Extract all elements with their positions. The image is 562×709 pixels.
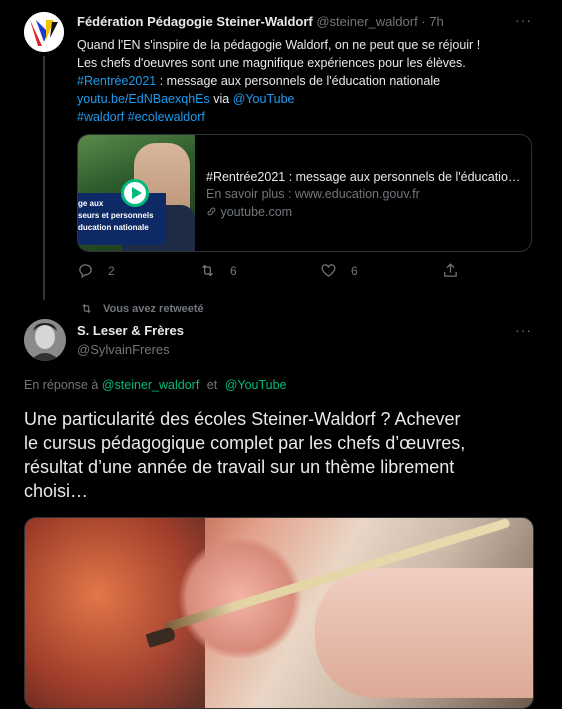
thumbnail-text: seurs et personnels bbox=[78, 211, 154, 220]
like-count: 6 bbox=[351, 263, 358, 278]
like-button[interactable]: 6 bbox=[320, 262, 358, 279]
tweet-line: le cursus pédagogique complet par les ch… bbox=[24, 433, 466, 453]
hashtags-link[interactable]: #waldorf #ecolewaldorf bbox=[77, 108, 537, 126]
author-handle[interactable]: @steiner_waldorf bbox=[316, 14, 417, 29]
thread-line bbox=[43, 56, 45, 300]
tweet-federation[interactable]: Fédération Pédagogie Steiner-Waldorf @st… bbox=[0, 0, 562, 300]
tweet-text: Une particularité des écoles Steiner-Wal… bbox=[24, 407, 544, 503]
author-handle[interactable]: @SylvainFreres bbox=[77, 342, 170, 357]
link-icon bbox=[207, 207, 216, 216]
retweeted-label: Vous avez retweeté bbox=[80, 302, 204, 315]
thumbnail-text: ducation nationale bbox=[78, 223, 149, 232]
share-icon bbox=[444, 263, 457, 277]
tweet-line: résultat d’une année de travail sur un t… bbox=[24, 457, 455, 477]
reply-context: En réponse à @steiner_waldorf et @YouTub… bbox=[24, 378, 287, 392]
retweet-count: 6 bbox=[230, 263, 237, 278]
mention-link[interactable]: @YouTube bbox=[233, 92, 295, 106]
tweet-line: #Rentrée2021 : message aux personnels de… bbox=[77, 72, 537, 90]
more-options-icon[interactable]: ··· bbox=[515, 322, 532, 338]
video-thumbnail[interactable]: ge aux seurs et personnels ducation nati… bbox=[78, 135, 195, 251]
portrait-icon bbox=[24, 319, 66, 361]
reply-icon bbox=[79, 264, 92, 279]
tweet-text: Quand l'EN s'inspire de la pédagogie Wal… bbox=[77, 36, 537, 126]
retweet-icon bbox=[202, 264, 213, 277]
thumbnail-banner: ge aux seurs et personnels ducation nati… bbox=[78, 193, 166, 245]
link-preview-card[interactable]: ge aux seurs et personnels ducation nati… bbox=[77, 134, 532, 252]
hashtag-link[interactable]: #Rentrée2021 bbox=[77, 74, 156, 88]
tweet-actions: 2 6 6 bbox=[77, 262, 467, 280]
photo-hand bbox=[315, 568, 533, 698]
tweet-photo[interactable] bbox=[24, 517, 534, 709]
tweet-line: Les chefs d'oeuvres sont une magnifique … bbox=[77, 56, 466, 70]
sylvain-avatar[interactable] bbox=[24, 319, 66, 361]
more-options-icon[interactable]: ··· bbox=[515, 12, 532, 28]
card-subtitle: En savoir plus : www.education.gouv.fr bbox=[206, 187, 420, 201]
retweet-button[interactable]: 6 bbox=[199, 262, 237, 279]
tweet-line: youtu.be/EdNBaexqhEs via @YouTube bbox=[77, 90, 537, 108]
tweet-line-text: : message aux personnels de l'éducation … bbox=[156, 74, 441, 88]
federation-logo-icon bbox=[24, 12, 64, 52]
card-domain: youtube.com bbox=[206, 205, 292, 219]
retweeted-text: Vous avez retweeté bbox=[103, 302, 204, 315]
author-name[interactable]: S. Leser & Frères bbox=[77, 323, 184, 338]
tweet-line: Quand l'EN s'inspire de la pédagogie Wal… bbox=[77, 38, 481, 52]
youtube-link[interactable]: youtu.be/EdNBaexqhEs bbox=[77, 92, 210, 106]
share-button[interactable] bbox=[442, 262, 473, 279]
author-name[interactable]: Fédération Pédagogie Steiner-Waldorf bbox=[77, 14, 313, 29]
reply-mention-2[interactable]: @YouTube bbox=[225, 378, 287, 392]
reply-button[interactable]: 2 bbox=[77, 262, 115, 279]
tweet-line: choisi… bbox=[24, 481, 89, 501]
retweet-icon bbox=[82, 303, 91, 314]
play-icon[interactable] bbox=[121, 179, 149, 207]
heart-icon bbox=[321, 264, 336, 277]
via-text: via bbox=[209, 92, 233, 106]
reply-mention-1[interactable]: @steiner_waldorf bbox=[102, 378, 199, 392]
reply-and: et bbox=[206, 378, 218, 392]
tweet-header: Fédération Pédagogie Steiner-Waldorf @st… bbox=[77, 14, 444, 29]
card-title: #Rentrée2021 : message aux personnels de… bbox=[206, 170, 524, 184]
thumbnail-text: ge aux bbox=[78, 199, 104, 208]
tweet-time[interactable]: · 7h bbox=[421, 14, 443, 29]
reply-prefix: En réponse à bbox=[24, 378, 99, 392]
federation-avatar[interactable] bbox=[24, 12, 64, 52]
tweet-line: Une particularité des écoles Steiner-Wal… bbox=[24, 409, 461, 429]
card-domain-text: youtube.com bbox=[220, 205, 293, 219]
reply-count: 2 bbox=[108, 263, 115, 278]
